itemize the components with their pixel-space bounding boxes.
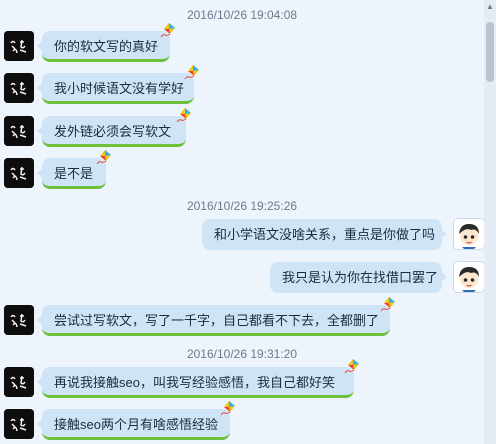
- user-avatar[interactable]: [454, 219, 484, 249]
- contact-avatar[interactable]: [4, 116, 34, 146]
- message-bubble-received[interactable]: 你的软文写的真好: [37, 31, 170, 62]
- calligraphy-avatar-icon: [4, 367, 34, 397]
- message-bubble-received[interactable]: 接触seo两个月有啥感悟经验: [37, 409, 230, 440]
- kite-icon: [220, 400, 236, 416]
- contact-avatar[interactable]: [4, 31, 34, 61]
- chat-history[interactable]: 2016/10/26 19:04:08 你的软文写的真好 我小时候语文没有学好 发外链…: [0, 0, 484, 444]
- user-avatar[interactable]: [454, 262, 484, 292]
- scroll-up-icon[interactable]: ▲: [484, 0, 496, 14]
- calligraphy-avatar-icon: [4, 305, 34, 335]
- calligraphy-avatar-icon: [4, 409, 34, 439]
- timestamp: 2016/10/26 19:04:08: [186, 8, 298, 22]
- timestamp: 2016/10/26 19:31:20: [186, 347, 298, 361]
- kite-icon: [344, 358, 360, 374]
- message-bubble-received[interactable]: 尝试过写软文，写了一千字，自己都看不下去，全都删了: [37, 305, 390, 336]
- calligraphy-avatar-icon: [4, 31, 34, 61]
- contact-avatar[interactable]: [4, 73, 34, 103]
- message-bubble-received[interactable]: 发外链必须会写软文: [37, 116, 186, 147]
- calligraphy-avatar-icon: [4, 158, 34, 188]
- contact-avatar[interactable]: [4, 158, 34, 188]
- kite-icon: [184, 64, 200, 80]
- message-bubble-sent[interactable]: 和小学语文没啥关系，重点是你做了吗: [202, 219, 447, 250]
- kite-icon: [96, 149, 112, 165]
- message-bubble-received[interactable]: 我小时候语文没有学好: [37, 73, 194, 104]
- scrollbar[interactable]: ▲: [484, 0, 496, 444]
- message-bubble-sent[interactable]: 我只是认为你在找借口罢了: [270, 262, 447, 293]
- cartoon-boy-avatar-icon: [454, 262, 484, 292]
- message-bubble-received[interactable]: 再说我接触seo，叫我写经验感悟，我自己都好笑: [37, 367, 354, 398]
- contact-avatar[interactable]: [4, 305, 34, 335]
- contact-avatar[interactable]: [4, 409, 34, 439]
- kite-icon: [380, 296, 396, 312]
- contact-avatar[interactable]: [4, 367, 34, 397]
- scroll-thumb[interactable]: [486, 22, 494, 82]
- kite-icon: [176, 107, 192, 123]
- calligraphy-avatar-icon: [4, 116, 34, 146]
- timestamp: 2016/10/26 19:25:26: [186, 199, 298, 213]
- kite-icon: [160, 22, 176, 38]
- calligraphy-avatar-icon: [4, 73, 34, 103]
- cartoon-boy-avatar-icon: [454, 219, 484, 249]
